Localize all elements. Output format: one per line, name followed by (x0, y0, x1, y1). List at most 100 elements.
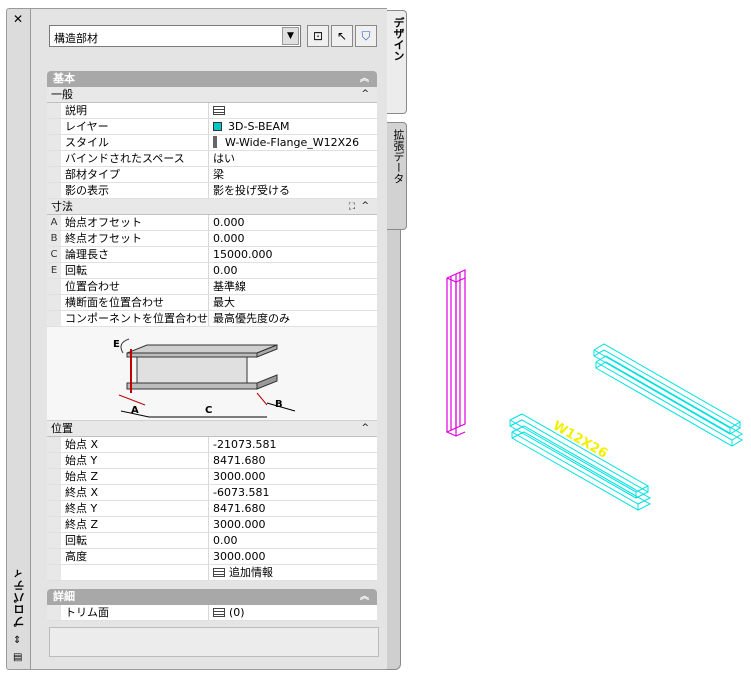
auto-hide-icon[interactable]: ⇕ (13, 635, 21, 646)
property-value[interactable]: 0.00 (211, 263, 377, 278)
drawing-canvas[interactable]: W12X26 (400, 0, 751, 678)
property-row[interactable]: 始点 Y 8471.680 (47, 453, 377, 469)
property-row[interactable]: A 始点オフセット 0.000 (47, 215, 377, 231)
property-row[interactable]: 説明 (47, 103, 377, 119)
group-general-header[interactable]: 一般 ^ (47, 87, 377, 103)
property-value[interactable]: 3D-S-BEAM (211, 119, 377, 134)
category-detail-header[interactable]: 詳細 ︽ (47, 589, 377, 605)
property-value[interactable]: 3000.000 (211, 517, 377, 532)
diagram-label-b: B (275, 399, 283, 410)
property-row[interactable]: 横断面を位置合わせ 最大 (47, 295, 377, 311)
category-basic-header[interactable]: 基本 ︽ (47, 71, 377, 87)
property-value-text: 0.000 (213, 216, 245, 229)
model-space-view[interactable]: W12X26 (400, 0, 751, 678)
property-value-text: 3D-S-BEAM (228, 120, 290, 133)
property-row[interactable]: 高度 3000.000 (47, 549, 377, 565)
property-value-text: 15000.000 (213, 248, 273, 261)
property-row[interactable]: 終点 Y 8471.680 (47, 501, 377, 517)
object-type-select[interactable]: 構造部材 ▼ (49, 25, 301, 47)
property-value[interactable]: 8471.680 (211, 453, 377, 468)
quick-select-button[interactable]: ⛉ (355, 25, 377, 47)
property-row[interactable]: 始点 Z 3000.000 (47, 469, 377, 485)
beam-right[interactable] (593, 343, 743, 447)
property-row[interactable]: 位置合わせ 基準線 (47, 279, 377, 295)
property-row-extra-info[interactable]: 追加情報 (47, 565, 377, 581)
group-general-label: 一般 (51, 88, 73, 101)
pick-add-toggle-button[interactable]: ↖ (331, 25, 353, 47)
trim-plane-button-icon[interactable] (213, 608, 225, 617)
property-row[interactable]: コンポーネントを位置合わせ 最高優先度のみ (47, 311, 377, 327)
collapse-chevron-icon[interactable]: ^ (361, 421, 369, 436)
property-value-text: 3000.000 (213, 550, 266, 563)
description-button-icon[interactable] (213, 106, 225, 115)
property-mark (47, 311, 61, 326)
property-label: 回転 (63, 533, 209, 548)
property-value[interactable]: 0.000 (211, 215, 377, 230)
property-label: 説明 (63, 103, 209, 118)
property-value[interactable]: 3000.000 (211, 469, 377, 484)
property-label: バインドされたスペース (63, 151, 209, 166)
chevron-down-icon[interactable]: ▼ (282, 27, 299, 45)
group-dimensions-header[interactable]: 寸法 ⛶ ^ (47, 199, 377, 215)
member-diagram: E A C B (47, 327, 377, 421)
beam-lower[interactable] (509, 413, 652, 511)
property-value[interactable]: (0) (211, 605, 377, 620)
selected-beam[interactable] (446, 269, 466, 437)
property-mark (47, 135, 61, 150)
collapse-chevron-icon[interactable]: ^ (361, 87, 369, 102)
property-row[interactable]: 回転 0.00 (47, 533, 377, 549)
collapse-chevron-icon[interactable]: ︽ (360, 589, 369, 605)
beam-style-label: W12X26 (550, 418, 610, 461)
property-value[interactable]: -21073.581 (211, 437, 377, 452)
property-mark (47, 183, 61, 198)
property-label: 終点オフセット (63, 231, 209, 246)
collapse-chevron-icon[interactable]: ︽ (360, 71, 369, 87)
properties-menu-icon[interactable]: ▤ (13, 652, 22, 663)
property-row[interactable]: E 回転 0.00 (47, 263, 377, 279)
property-value[interactable]: 0.00 (211, 533, 377, 548)
property-value[interactable]: 最高優先度のみ (211, 311, 377, 326)
property-value[interactable]: 最大 (211, 295, 377, 310)
property-value-text: -6073.581 (213, 486, 270, 499)
group-location-header[interactable]: 位置 ^ (47, 421, 377, 437)
property-row[interactable]: 終点 Z 3000.000 (47, 517, 377, 533)
property-value[interactable]: 影を投げ受ける (211, 183, 377, 198)
property-row[interactable]: バインドされたスペース はい (47, 151, 377, 167)
property-label: 回転 (63, 263, 209, 278)
property-value-text: (0) (229, 606, 245, 619)
property-row[interactable]: 終点 X -6073.581 (47, 485, 377, 501)
diagram-label-e: E (113, 339, 120, 350)
select-objects-button[interactable]: ⊡ (307, 25, 329, 47)
property-label: 横断面を位置合わせ (63, 295, 209, 310)
property-value[interactable]: 基準線 (211, 279, 377, 294)
edit-dimensions-icon[interactable]: ⛶ (349, 200, 355, 215)
property-row[interactable]: C 論理長さ 15000.000 (47, 247, 377, 263)
property-row[interactable]: B 終点オフセット 0.000 (47, 231, 377, 247)
property-value[interactable]: 3000.000 (211, 549, 377, 564)
property-value[interactable]: はい (211, 151, 377, 166)
property-row[interactable]: 始点 X -21073.581 (47, 437, 377, 453)
property-value[interactable] (211, 103, 377, 118)
property-value[interactable]: W-Wide-Flange_W12X26 (211, 135, 377, 150)
property-value[interactable]: 梁 (211, 167, 377, 182)
property-value-text: 0.00 (213, 534, 238, 547)
collapse-chevron-icon[interactable]: ^ (361, 199, 369, 214)
property-row[interactable]: 部材タイプ梁 (47, 167, 377, 183)
property-row[interactable]: トリム面 (0) (47, 605, 377, 621)
property-row[interactable]: 影の表示 影を投げ受ける (47, 183, 377, 199)
diagram-label-a: A (131, 405, 139, 416)
property-value-text: 8471.680 (213, 502, 266, 515)
close-icon[interactable]: ✕ (13, 12, 23, 26)
palette-title-bar[interactable]: ✕ プロパティ ⇕ ▤ (6, 8, 30, 670)
property-value[interactable]: 15000.000 (211, 247, 377, 262)
property-row[interactable]: レイヤー 3D-S-BEAM (47, 119, 377, 135)
property-value[interactable]: 0.000 (211, 231, 377, 246)
property-value[interactable]: -6073.581 (211, 485, 377, 500)
property-value[interactable]: 8471.680 (211, 501, 377, 516)
extra-info-button-icon[interactable] (213, 568, 225, 577)
palette-status-area (49, 627, 379, 657)
beam-dimension-diagram: E A C B (113, 338, 296, 418)
property-mark (47, 469, 61, 484)
object-type-value: 構造部材 (54, 32, 98, 45)
property-row[interactable]: スタイル W-Wide-Flange_W12X26 (47, 135, 377, 151)
